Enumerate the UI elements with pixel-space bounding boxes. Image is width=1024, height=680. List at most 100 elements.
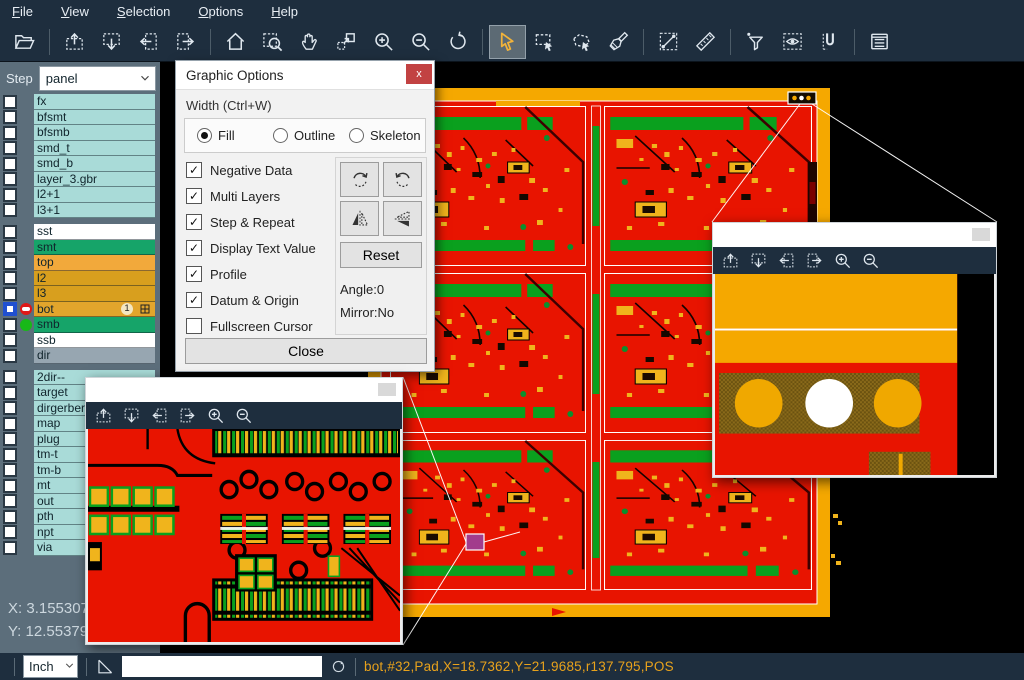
checkbox-box[interactable] [186,292,202,308]
display-option-checkbox[interactable]: Negative Data [186,157,336,183]
pan-right-icon[interactable] [805,251,824,270]
reset-button[interactable]: Reset [340,242,422,268]
layer-name[interactable]: l3 [34,286,155,302]
layer-name[interactable]: smd_b [34,156,155,172]
layer-row[interactable]: smd_t [0,141,160,157]
layer-visibility-checkbox[interactable] [3,141,17,155]
rotate-cw-icon[interactable] [340,162,379,197]
layer-visibility-checkbox[interactable] [3,525,17,539]
menu-help[interactable]: Help [271,4,298,19]
display-option-checkbox[interactable]: Fullscreen Cursor [186,313,336,339]
layer-row[interactable]: layer_3.gbr [0,172,160,188]
layer-name[interactable]: layer_3.gbr [34,172,155,188]
layers-panel-icon[interactable] [861,25,898,59]
pan-right-icon[interactable] [178,406,197,425]
layer-name[interactable]: smd_t [34,141,155,157]
pan-right-icon[interactable] [167,25,204,59]
layer-visibility-checkbox[interactable] [3,287,17,301]
layer-visibility-checkbox[interactable] [3,126,17,140]
layer-visibility-checkbox[interactable] [3,401,17,415]
layer-visibility-checkbox[interactable] [3,333,17,347]
window-titlebar[interactable] [713,223,996,247]
layer-name[interactable]: l3+1 [34,203,155,219]
pan-left-icon[interactable] [777,251,796,270]
layer-visibility-checkbox[interactable] [3,302,17,316]
layer-row[interactable]: smt [0,240,160,256]
window-menu-button[interactable] [972,228,990,241]
layer-visibility-checkbox[interactable] [3,463,17,477]
pan-down-icon[interactable] [122,406,141,425]
zoom-detail-view[interactable] [713,274,996,477]
zoom-in-icon[interactable] [206,406,225,425]
dialog-titlebar[interactable]: Graphic Options x [176,61,434,90]
checkbox-box[interactable] [186,162,202,178]
radio-dot[interactable] [349,128,364,143]
layer-visibility-checkbox[interactable] [3,494,17,508]
layer-name[interactable]: dir [34,348,155,364]
zoom-detail-view[interactable] [86,429,402,644]
layer-row[interactable]: smd_b [0,156,160,172]
pan-up-icon[interactable] [721,251,740,270]
layer-row[interactable]: ssb [0,333,160,349]
layer-name[interactable]: bot1 [34,302,155,318]
measure-distance-icon[interactable] [650,25,687,59]
display-option-checkbox[interactable]: Datum & Origin [186,287,336,313]
menu-view[interactable]: View [61,4,89,19]
layer-visibility-checkbox[interactable] [3,157,17,171]
clean-brush-icon[interactable] [600,25,637,59]
display-option-checkbox[interactable]: Multi Layers [186,183,336,209]
layer-row[interactable]: l2 [0,271,160,287]
layer-row[interactable]: l3+1 [0,203,160,219]
layer-row[interactable]: l2+1 [0,187,160,203]
zoom-window-icon[interactable] [254,25,291,59]
layer-visibility-checkbox[interactable] [3,541,17,555]
layer-row[interactable]: bfsmb [0,125,160,141]
layer-visibility-checkbox[interactable] [3,240,17,254]
layer-visibility-checkbox[interactable] [3,432,17,446]
layer-visibility-checkbox[interactable] [3,510,17,524]
layer-row[interactable]: smb [0,317,160,333]
layer-visibility-checkbox[interactable] [3,417,17,431]
rect-select-icon[interactable] [526,25,563,59]
layer-name[interactable]: fx [34,94,155,110]
layer-row[interactable]: bfsmt [0,110,160,126]
pan-down-icon[interactable] [749,251,768,270]
layer-row[interactable]: dir [0,348,160,364]
layer-name[interactable]: sst [34,224,155,240]
pan-up-icon[interactable] [94,406,113,425]
zoom-previous-icon[interactable] [439,25,476,59]
grid-icon[interactable] [139,303,151,315]
zoom-in-icon[interactable] [365,25,402,59]
layer-name[interactable]: smt [34,240,155,256]
layer-visibility-checkbox[interactable] [3,271,17,285]
snap-magnet-icon[interactable] [811,25,848,59]
checkbox-box[interactable] [186,240,202,256]
layer-name[interactable]: l2 [34,271,155,287]
zoom-object-icon[interactable] [328,25,365,59]
layer-visibility-checkbox[interactable] [3,225,17,239]
close-icon[interactable]: x [406,64,432,84]
display-option-checkbox[interactable]: Step & Repeat [186,209,336,235]
menu-selection[interactable]: Selection [117,4,170,19]
flip-vertical-icon[interactable] [383,201,422,236]
display-option-checkbox[interactable]: Display Text Value [186,235,336,261]
close-button[interactable]: Close [185,338,427,364]
layer-visibility-checkbox[interactable] [3,203,17,217]
zoom-out-icon[interactable] [402,25,439,59]
width-radio[interactable]: Outline [273,128,349,143]
rotate-ccw-icon[interactable] [383,162,422,197]
polygon-select-icon[interactable] [563,25,600,59]
width-radio[interactable]: Fill [197,128,273,143]
layer-visibility-checkbox[interactable] [3,95,17,109]
checkbox-box[interactable] [186,214,202,230]
window-titlebar[interactable] [86,378,402,402]
layer-visibility-checkbox[interactable] [3,370,17,384]
pan-hand-icon[interactable] [291,25,328,59]
menu-options[interactable]: Options [198,4,243,19]
layer-name[interactable]: bfsmb [34,125,155,141]
layer-name[interactable]: ssb [34,333,155,349]
flip-horizontal-icon[interactable] [340,201,379,236]
layer-row[interactable]: l3 [0,286,160,302]
layer-name[interactable]: top [34,255,155,271]
layer-visibility-checkbox[interactable] [3,172,17,186]
